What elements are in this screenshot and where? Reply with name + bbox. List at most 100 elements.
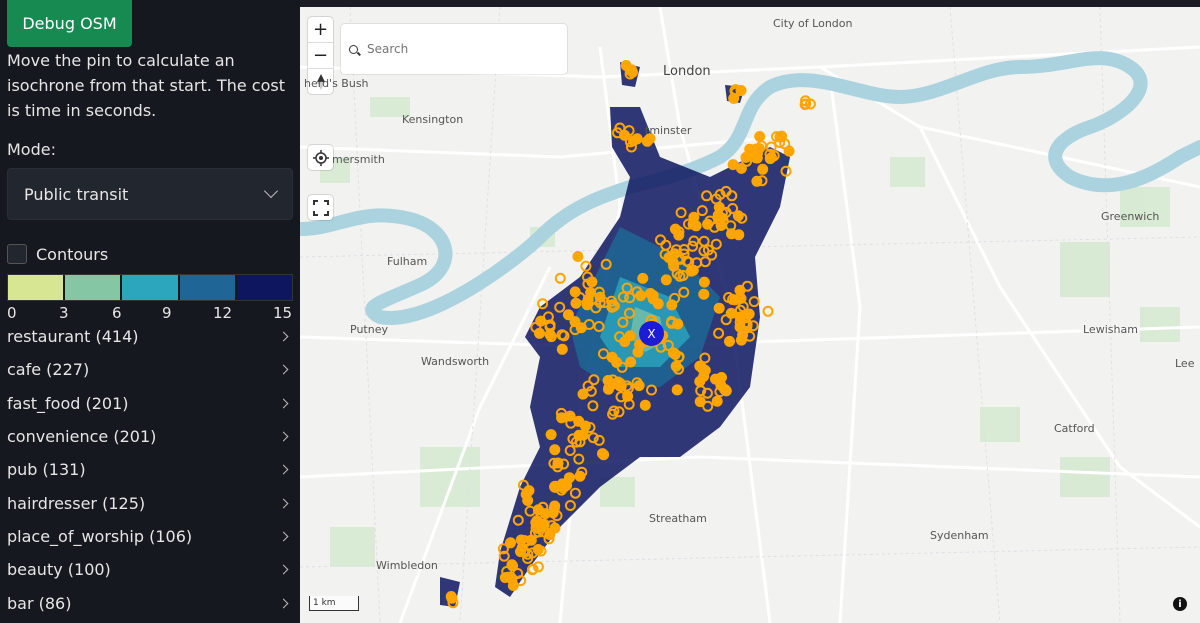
poi-marker[interactable] — [713, 302, 725, 314]
list-item[interactable]: bar (86) — [7, 586, 293, 619]
chevron-right-icon — [278, 564, 289, 575]
poi-marker[interactable] — [556, 412, 568, 424]
list-item[interactable]: restaurant (414) — [7, 320, 293, 353]
mode-select[interactable]: Public transit — [7, 168, 293, 220]
poi-marker[interactable] — [628, 135, 639, 147]
poi-marker[interactable] — [505, 537, 516, 549]
poi-marker[interactable] — [672, 318, 684, 330]
place-label: City of London — [773, 17, 853, 30]
poi-marker[interactable] — [639, 399, 651, 411]
poi-marker[interactable] — [548, 503, 560, 515]
poi-marker[interactable] — [733, 229, 745, 241]
place-label: Greenwich — [1101, 210, 1160, 223]
map-canvas[interactable] — [300, 7, 1200, 623]
contours-toggle[interactable]: Contours — [7, 244, 108, 264]
poi-marker[interactable] — [751, 175, 763, 187]
poi-marker[interactable] — [506, 559, 518, 571]
place-label: mersmith — [332, 153, 385, 166]
search-box[interactable] — [341, 24, 567, 74]
contours-checkbox[interactable] — [7, 244, 27, 264]
poi-marker[interactable] — [694, 376, 706, 387]
amenity-label: bar (86) — [7, 593, 72, 613]
chevron-right-icon — [278, 498, 289, 509]
contours-label: Contours — [36, 244, 109, 264]
poi-marker[interactable] — [606, 351, 618, 363]
list-item[interactable]: pub (131) — [7, 453, 293, 486]
debug-osm-button[interactable]: Debug OSM — [7, 0, 132, 47]
poi-marker[interactable] — [572, 251, 584, 262]
mode-select-value: Public transit — [24, 184, 129, 204]
place-label: Catford — [1054, 422, 1095, 435]
poi-marker[interactable] — [716, 372, 727, 383]
poi-marker[interactable] — [698, 276, 710, 288]
list-item[interactable]: fast_food (201) — [7, 387, 293, 420]
chevron-down-icon — [263, 183, 279, 199]
poi-marker[interactable] — [624, 330, 636, 342]
list-item[interactable]: beauty (100) — [7, 553, 293, 586]
map[interactable]: + − City of London London herd's Bush Ke… — [300, 7, 1200, 623]
poi-marker[interactable] — [586, 276, 598, 288]
poi-marker[interactable] — [669, 248, 681, 260]
zoom-in-button[interactable]: + — [308, 17, 333, 42]
poi-marker[interactable] — [750, 152, 762, 164]
zoom-out-button[interactable]: − — [308, 43, 333, 68]
poi-marker[interactable] — [724, 335, 735, 347]
list-item[interactable]: cafe (227) — [7, 353, 293, 386]
amenity-label: cafe (227) — [7, 360, 90, 380]
legend-swatch — [236, 275, 293, 300]
poi-marker[interactable] — [766, 152, 777, 163]
poi-marker[interactable] — [579, 420, 591, 432]
search-input[interactable] — [367, 42, 547, 56]
poi-marker[interactable] — [562, 309, 574, 321]
poi-marker[interactable] — [647, 293, 659, 305]
fullscreen-button[interactable] — [308, 195, 333, 220]
list-item[interactable]: place_of_worship (106) — [7, 520, 293, 553]
poi-marker[interactable] — [762, 305, 774, 317]
poi-marker[interactable] — [535, 315, 547, 327]
poi-marker[interactable] — [554, 272, 566, 284]
poi-marker[interactable] — [711, 395, 723, 407]
place-label: Wimbledon — [376, 559, 438, 572]
poi-marker[interactable] — [522, 495, 534, 506]
legend-swatch — [122, 275, 178, 300]
poi-marker[interactable] — [534, 327, 545, 339]
place-label: Streatham — [649, 512, 707, 525]
poi-marker[interactable] — [556, 343, 568, 355]
geolocate-button[interactable] — [308, 145, 333, 170]
poi-marker[interactable] — [575, 322, 587, 334]
amenity-list: restaurant (414) cafe (227) fast_food (2… — [7, 320, 293, 620]
poi-marker[interactable] — [753, 143, 765, 154]
poi-marker[interactable] — [757, 163, 769, 175]
poi-marker[interactable] — [598, 449, 610, 461]
poi-marker[interactable] — [625, 356, 637, 368]
poi-marker[interactable] — [545, 429, 557, 441]
list-item[interactable]: hairdresser (125) — [7, 486, 293, 519]
poi-marker[interactable] — [549, 444, 561, 456]
list-item[interactable]: convenience (201) — [7, 420, 293, 453]
search-icon — [349, 44, 358, 54]
poi-marker[interactable] — [671, 384, 683, 396]
amenity-label: hairdresser (125) — [7, 493, 146, 513]
poi-marker[interactable] — [732, 210, 744, 222]
poi-marker[interactable] — [637, 272, 649, 284]
poi-marker[interactable] — [544, 329, 556, 341]
info-button[interactable]: i — [1173, 597, 1187, 611]
mode-label: Mode: — [7, 140, 56, 159]
poi-marker[interactable] — [685, 265, 697, 277]
chevron-right-icon — [278, 464, 289, 475]
amenity-label: place_of_worship (106) — [7, 526, 193, 546]
amenity-label: pub (131) — [7, 460, 86, 480]
start-pin[interactable]: X — [639, 321, 664, 346]
poi-marker[interactable] — [754, 131, 766, 142]
poi-marker[interactable] — [446, 592, 458, 604]
poi-marker[interactable] — [633, 380, 645, 392]
chevron-right-icon — [278, 531, 289, 542]
poi-marker[interactable] — [712, 212, 724, 224]
poi-marker[interactable] — [727, 159, 739, 171]
poi-marker[interactable] — [698, 288, 710, 300]
poi-marker[interactable] — [666, 299, 678, 311]
poi-marker[interactable] — [632, 346, 644, 358]
chevron-right-icon — [278, 398, 289, 409]
place-label: Kensington — [402, 113, 464, 126]
poi-marker[interactable] — [660, 274, 672, 286]
